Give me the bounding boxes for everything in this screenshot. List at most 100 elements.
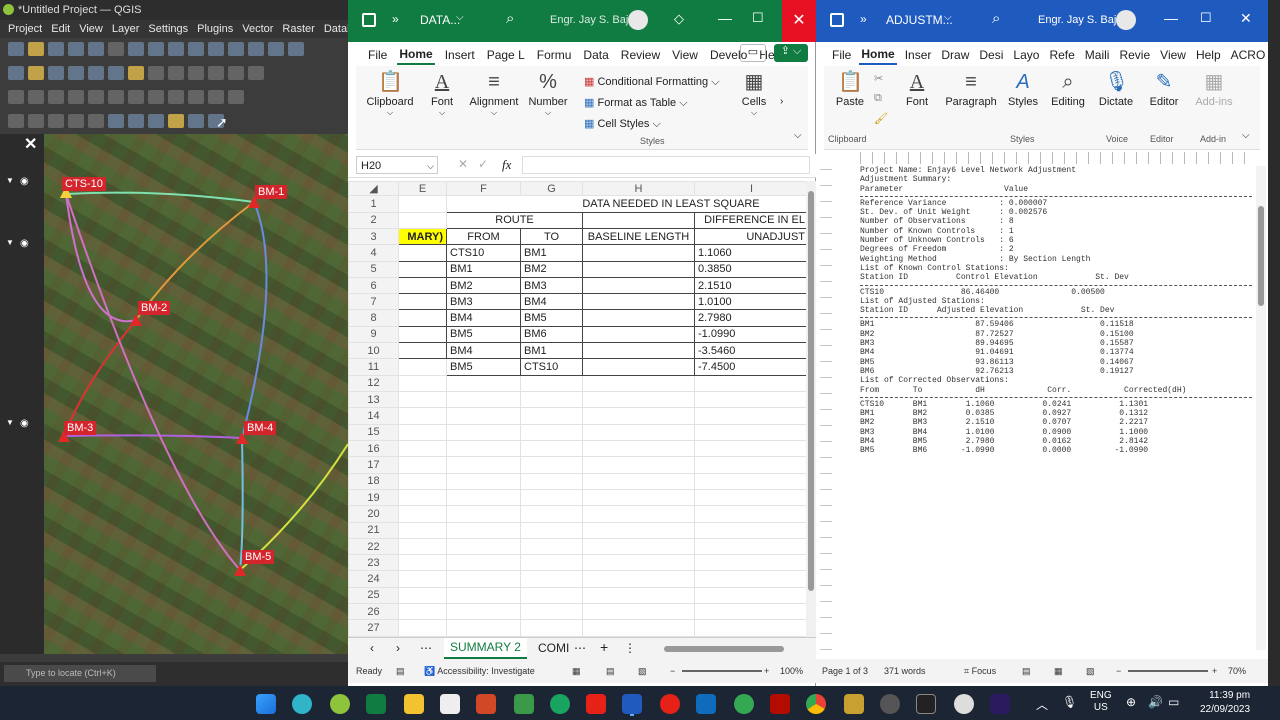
page-count[interactable]: Page 1 of 3 xyxy=(822,659,868,683)
microphone-icon[interactable]: 🎙 xyxy=(1062,695,1077,709)
row-header[interactable]: 12 xyxy=(348,374,399,393)
value-cell[interactable]: -7.4500 xyxy=(694,358,809,376)
cell[interactable] xyxy=(398,276,447,295)
cell[interactable] xyxy=(398,195,447,213)
row-header[interactable]: 27 xyxy=(348,619,399,637)
start-icon[interactable] xyxy=(256,694,276,714)
focus-button[interactable]: ⌗ Focus xyxy=(964,659,996,683)
style-manager-icon[interactable] xyxy=(108,42,124,56)
delete-icon[interactable] xyxy=(148,66,164,80)
sheet-more-icon[interactable]: ⋯ xyxy=(574,641,586,655)
collapse-ribbon-icon[interactable]: ⌵ xyxy=(794,130,802,141)
value-cell[interactable]: 1.0100 xyxy=(694,293,809,311)
font-group[interactable]: A Font ⌵ xyxy=(422,70,462,118)
row-header[interactable]: 1 xyxy=(348,195,399,213)
edge-icon[interactable] xyxy=(292,694,312,714)
move-feature-icon[interactable] xyxy=(108,66,124,80)
file-explorer-icon[interactable] xyxy=(404,694,424,714)
add-ins-button[interactable]: ▦ Add-ins xyxy=(1194,70,1234,108)
zoom-in-icon[interactable] xyxy=(168,42,184,56)
word-document-title[interactable]: ADJUSTM... xyxy=(886,13,953,27)
from-cell[interactable]: BM4 xyxy=(446,342,521,360)
cell[interactable] xyxy=(582,211,695,229)
more-icon[interactable]: » xyxy=(860,12,867,26)
tab-acrobat[interactable]: ACRO xyxy=(1229,46,1268,64)
tab-home[interactable]: Home xyxy=(397,45,435,65)
row-header[interactable]: 7 xyxy=(348,293,399,311)
baseline-header-cell[interactable]: BASELINE LENGTH xyxy=(582,227,695,246)
row-header[interactable]: 14 xyxy=(348,407,399,425)
column-header[interactable]: I xyxy=(694,180,809,197)
excel-document-title[interactable]: DATA... xyxy=(420,13,460,27)
to-cell[interactable]: BM5 xyxy=(520,309,583,327)
scrollbar-thumb[interactable] xyxy=(808,191,814,591)
sheet-prev-icon[interactable]: ‹ xyxy=(370,641,374,655)
offset-curve-icon[interactable] xyxy=(188,90,204,104)
comment-icon[interactable]: ▭ xyxy=(740,44,766,62)
avatar[interactable] xyxy=(1116,10,1136,30)
cell[interactable] xyxy=(582,260,695,278)
zoom-in-icon[interactable]: + xyxy=(764,659,769,683)
diamond-icon[interactable]: ◇ xyxy=(674,11,684,27)
row-header[interactable]: 23 xyxy=(348,554,399,572)
layout-manager-icon[interactable] xyxy=(88,42,104,56)
cell[interactable] xyxy=(398,293,447,311)
more-options-icon[interactable]: ⋮ xyxy=(624,641,636,655)
document-page[interactable]: Project Name: Enjay6 Level Network Adjus… xyxy=(860,166,1252,650)
from-cell[interactable]: BM1 xyxy=(446,260,521,278)
row-header[interactable]: 5 xyxy=(348,260,399,278)
locator-search-input[interactable]: Type to locate (Ctrl+K) xyxy=(4,665,156,682)
zoom-out-icon[interactable] xyxy=(188,42,204,56)
to-cell[interactable]: BM2 xyxy=(520,260,583,278)
language-indicator[interactable]: ENG US xyxy=(1090,690,1112,714)
tab-layout[interactable]: Layo xyxy=(1011,46,1041,64)
select-all-corner[interactable]: ◢ xyxy=(348,180,399,197)
label-change-icon[interactable] xyxy=(88,114,104,128)
tab-file[interactable]: File xyxy=(830,46,853,64)
row-header[interactable]: 6 xyxy=(348,276,399,295)
dictate-button[interactable]: 🎙 Dictate xyxy=(1096,70,1136,108)
to-header-cell[interactable]: TO xyxy=(520,227,583,246)
redo-icon[interactable] xyxy=(248,66,264,80)
row-header[interactable]: 21 xyxy=(348,521,399,539)
alignment-group[interactable]: ≡ Alignment ⌵ xyxy=(466,70,522,118)
delete-part-icon[interactable] xyxy=(148,90,164,104)
youtube-icon[interactable] xyxy=(586,694,606,714)
tab-mailings[interactable]: Maili xyxy=(1083,46,1112,64)
zoom-slider[interactable] xyxy=(682,670,762,672)
open-project-icon[interactable] xyxy=(28,42,44,56)
unadjusted-header-cell[interactable]: UNADJUST xyxy=(694,227,809,246)
zoom-level[interactable]: 70% xyxy=(1228,659,1246,683)
app-icon[interactable] xyxy=(880,694,900,714)
value-cell[interactable]: 1.1060 xyxy=(694,244,809,262)
cell[interactable] xyxy=(582,309,695,327)
menu-settings[interactable]: Settings xyxy=(148,20,188,38)
search-icon[interactable]: ⌕ xyxy=(506,10,514,27)
column-header[interactable]: H xyxy=(582,180,695,197)
expand-arrow-icon[interactable]: ▼ xyxy=(6,238,14,247)
row-header[interactable]: 18 xyxy=(348,472,399,490)
column-header[interactable]: F xyxy=(446,180,521,197)
spreadsheet-grid[interactable]: ◢ E F G H I 1 DATA NEEDED IN LEAST SQUARE 2 ROU… xyxy=(348,180,809,637)
clock[interactable]: 11:39 pm 22/09/2023 xyxy=(1200,689,1250,717)
layer-icon[interactable] xyxy=(28,66,44,80)
globe-icon[interactable]: ⊕ xyxy=(1126,695,1136,709)
scrollbar-thumb[interactable] xyxy=(1258,206,1264,306)
tab-formulas[interactable]: Formu xyxy=(535,46,574,64)
cell[interactable] xyxy=(398,211,447,229)
zoom-native-icon[interactable] xyxy=(268,42,284,56)
cell[interactable] xyxy=(582,358,695,376)
zoom-out-icon[interactable]: − xyxy=(670,659,675,683)
add-ring-icon[interactable] xyxy=(68,90,84,104)
rotate-icon[interactable] xyxy=(28,90,44,104)
normal-view-icon[interactable]: ▦ xyxy=(572,659,581,683)
search-icon[interactable]: ⌕ xyxy=(992,10,1000,27)
print-layout-icon[interactable] xyxy=(68,42,84,56)
zoom-level[interactable]: 100% xyxy=(780,659,803,683)
chrome-icon[interactable] xyxy=(806,694,826,714)
to-cell[interactable]: BM3 xyxy=(520,276,583,295)
cells-group[interactable]: ▦ Cells ⌵ xyxy=(734,70,774,118)
expand-arrow-icon[interactable]: ▼ xyxy=(6,176,14,185)
paragraph-button[interactable]: ≡ Paragraph xyxy=(944,70,998,108)
app-icon[interactable] xyxy=(660,694,680,714)
